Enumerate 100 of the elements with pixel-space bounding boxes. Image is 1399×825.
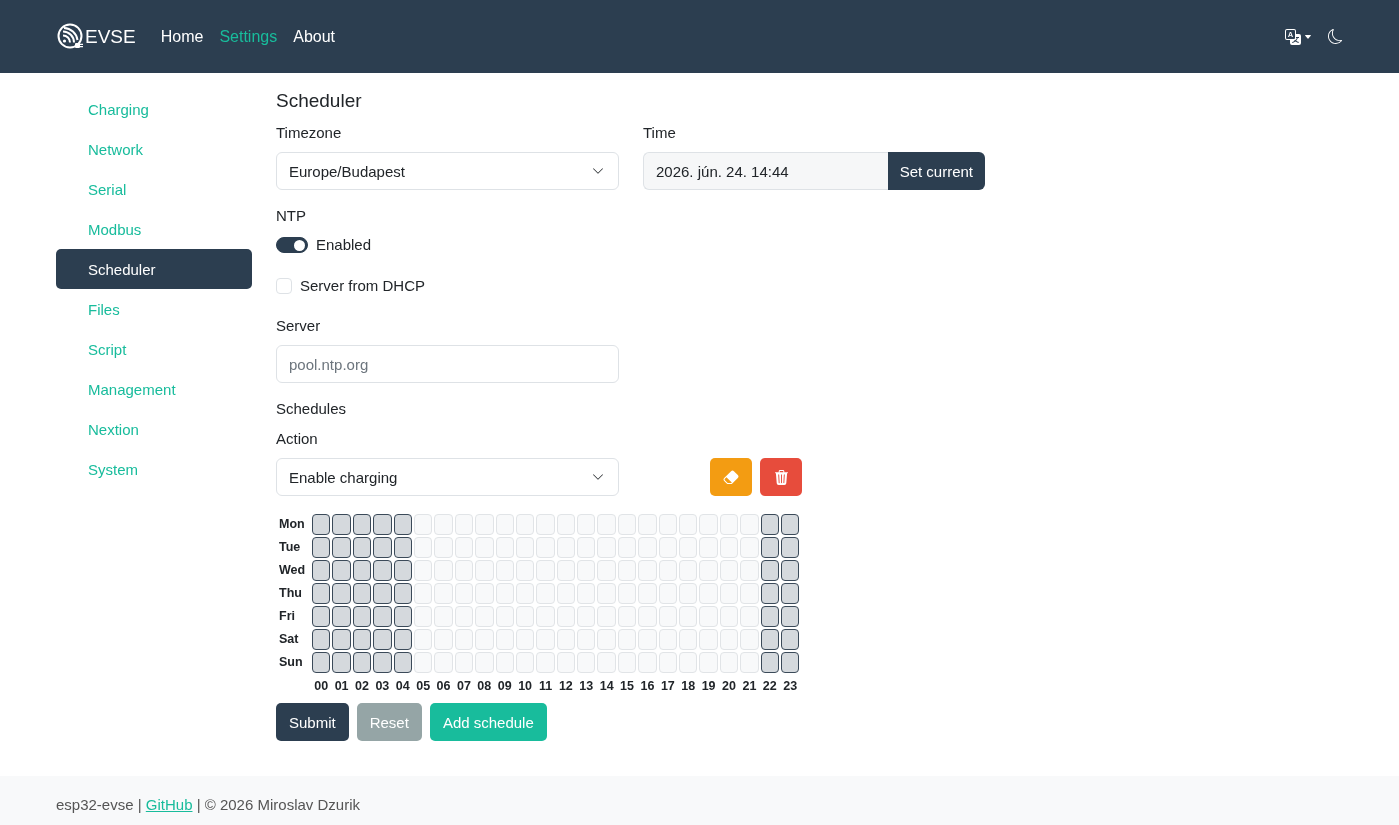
time-slot-cell[interactable] <box>312 606 331 627</box>
time-slot-cell[interactable] <box>760 652 779 673</box>
sidebar-item[interactable]: Charging <box>56 89 252 129</box>
time-slot-cell[interactable] <box>312 652 331 673</box>
time-slot-cell[interactable] <box>393 629 412 650</box>
hour-label: 17 <box>659 678 676 694</box>
nav-link[interactable]: Home <box>152 19 212 54</box>
hour-label: 19 <box>700 678 717 694</box>
action-select[interactable]: Enable charging <box>276 458 619 496</box>
trash-icon <box>773 469 789 485</box>
time-slot-cell[interactable] <box>312 514 331 535</box>
success-button[interactable]: Add schedule <box>429 703 547 741</box>
sidebar-item[interactable]: Serial <box>56 169 252 209</box>
hour-label: 03 <box>374 678 391 694</box>
hour-label: 16 <box>639 678 656 694</box>
time-slot-cell[interactable] <box>781 514 800 535</box>
sidebar-item[interactable]: Nextion <box>56 409 252 449</box>
time-slot-cell[interactable] <box>312 583 331 604</box>
time-slot-cell[interactable] <box>373 537 392 558</box>
time-slot-cell[interactable] <box>781 560 800 581</box>
day-label: Thu <box>278 585 303 602</box>
time-slot-cell[interactable] <box>352 537 372 558</box>
time-slot-cell[interactable] <box>393 560 412 581</box>
hour-label: 06 <box>435 678 452 694</box>
time-slot-cell[interactable] <box>393 583 412 604</box>
time-slot-cell[interactable] <box>352 606 372 627</box>
language-button[interactable] <box>1285 28 1312 45</box>
github-link[interactable]: GitHub <box>145 796 193 813</box>
time-slot-cell[interactable] <box>332 583 351 604</box>
time-slot-cell[interactable] <box>760 514 779 535</box>
time-slot-cell[interactable] <box>393 606 412 627</box>
time-slot-cell[interactable] <box>352 583 372 604</box>
time-slot-cell[interactable] <box>332 560 351 581</box>
time-slot-cell[interactable] <box>760 583 779 604</box>
sidebar-item[interactable]: System <box>56 449 252 489</box>
time-slot-cell[interactable] <box>781 652 800 673</box>
time-slot-cell[interactable] <box>393 652 412 673</box>
set-current-button[interactable]: Set current <box>887 152 985 190</box>
delete-button[interactable] <box>760 458 802 496</box>
hour-label: 10 <box>517 678 534 694</box>
time-slot-cell[interactable] <box>332 606 351 627</box>
time-slot-cell[interactable] <box>393 514 412 535</box>
time-slot-cell[interactable] <box>781 583 800 604</box>
checkbox[interactable] <box>276 278 292 294</box>
day-label: Fri <box>278 608 296 625</box>
time-slot-cell[interactable] <box>393 537 412 558</box>
time-slot-cell[interactable] <box>352 652 372 673</box>
time-slot-cell[interactable] <box>373 629 392 650</box>
hour-label: 13 <box>578 678 595 694</box>
time-input[interactable]: 2026. jún. 24. 14:44 <box>643 152 888 190</box>
hour-label: 01 <box>333 678 350 694</box>
time-slot-cell[interactable] <box>760 560 779 581</box>
checkbox-label: Server from DHCP <box>300 276 426 296</box>
hour-label: 04 <box>394 678 411 694</box>
time-slot-cell[interactable] <box>373 514 392 535</box>
time-slot-cell[interactable] <box>373 560 392 581</box>
toggle-switch[interactable] <box>276 237 308 253</box>
time-slot-cell[interactable] <box>332 537 351 558</box>
time-slot-cell[interactable] <box>332 514 351 535</box>
secondary-button[interactable]: Reset <box>356 703 422 741</box>
sidebar-item[interactable]: Files <box>56 289 252 329</box>
sidebar-item[interactable]: Script <box>56 329 252 369</box>
sidebar-item[interactable]: Scheduler <box>56 249 252 289</box>
time-slot-cell[interactable] <box>312 629 331 650</box>
time-slot-cell[interactable] <box>332 629 351 650</box>
footer-text: esp32-evse | GitHub | © 2026 Miroslav Dzurik <box>56 795 360 815</box>
server-input[interactable]: pool.ntp.org <box>276 345 619 383</box>
day-label: Tue <box>278 539 302 556</box>
time-slot-cell[interactable] <box>312 537 331 558</box>
time-slot-cell[interactable] <box>373 606 392 627</box>
hour-label: 00 <box>313 678 330 694</box>
time-slot-cell[interactable] <box>332 652 351 673</box>
sidebar-item[interactable]: Network <box>56 129 252 169</box>
sidebar-item[interactable]: Management <box>56 369 252 409</box>
nav-link[interactable]: Settings <box>211 19 286 54</box>
time-slot-cell[interactable] <box>760 629 779 650</box>
sidebar-item[interactable]: Modbus <box>56 209 252 249</box>
time-slot-cell[interactable] <box>373 583 392 604</box>
eraser-button[interactable] <box>710 458 752 496</box>
time-slot-cell[interactable] <box>781 629 800 650</box>
section-title: Scheduler <box>276 89 363 113</box>
time-slot-cell[interactable] <box>352 629 372 650</box>
time-slot-cell[interactable] <box>760 606 779 627</box>
nav-link[interactable]: About <box>285 19 343 54</box>
time-slot-cell[interactable] <box>352 514 372 535</box>
brand-link[interactable]: EVSE <box>57 23 136 50</box>
primary-button[interactable]: Submit <box>276 703 349 741</box>
hour-label: 02 <box>354 678 370 694</box>
day-label: Sat <box>278 631 300 648</box>
time-slot-cell[interactable] <box>312 560 331 581</box>
time-slot-cell[interactable] <box>760 537 779 558</box>
time-slot-cell[interactable] <box>781 537 800 558</box>
time-slot-cell[interactable] <box>373 652 392 673</box>
time-slot-cell[interactable] <box>352 560 372 581</box>
timezone-select[interactable]: Europe/Budapest <box>276 152 619 190</box>
field-label: NTP <box>276 206 307 226</box>
field-label: Timezone <box>276 123 343 143</box>
hour-label: 14 <box>598 678 615 694</box>
time-slot-cell[interactable] <box>781 606 800 627</box>
theme-toggle-button[interactable] <box>1328 29 1343 44</box>
